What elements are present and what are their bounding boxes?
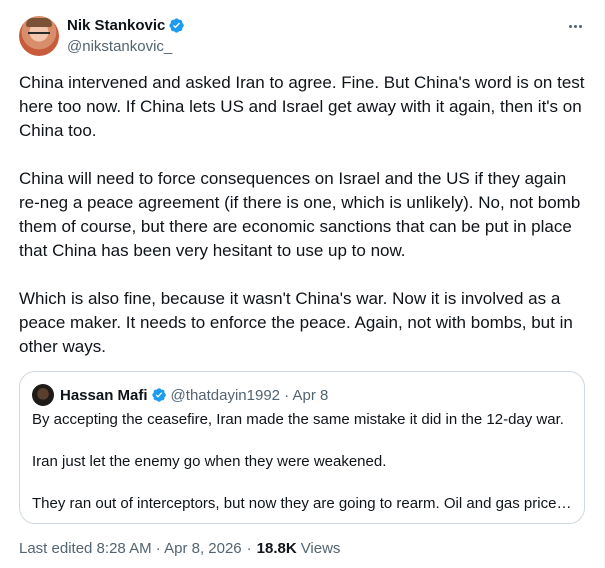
author-name[interactable]: Nik Stankovic bbox=[67, 17, 165, 34]
more-dot bbox=[578, 24, 582, 28]
author-handle[interactable]: @nikstankovic_ bbox=[67, 38, 185, 55]
views-count: 18.8K bbox=[256, 540, 297, 557]
quoted-author-name: Hassan Mafi bbox=[60, 386, 148, 404]
author-name-row: Nik Stankovic bbox=[67, 16, 185, 35]
tweet-footer: Last edited 8:28 AM · Apr 8, 2026 · 18.8… bbox=[19, 540, 340, 557]
author-avatar[interactable] bbox=[19, 16, 59, 56]
tweet-text: China intervened and asked Iran to agree… bbox=[19, 71, 589, 383]
more-dot bbox=[573, 24, 577, 28]
more-dot bbox=[568, 24, 572, 28]
quoted-paragraph: Iran just let the enemy go when they wer… bbox=[32, 453, 387, 470]
tweet-card: Nik Stankovic @nikstankovic_ China inter… bbox=[0, 0, 605, 568]
quoted-tweet-text: By accepting the ceasefire, Iran made th… bbox=[32, 410, 572, 514]
more-options-button[interactable] bbox=[565, 16, 585, 36]
author-info: Nik Stankovic @nikstankovic_ bbox=[67, 16, 185, 55]
footer-separator: · bbox=[246, 540, 252, 557]
quoted-paragraph: By accepting the ceasefire, Iran made th… bbox=[32, 411, 564, 428]
verified-badge-icon bbox=[169, 18, 185, 33]
tweet-paragraph: China intervened and asked Iran to agree… bbox=[19, 73, 585, 140]
quoted-handle-date: @thatdayin1992 · Apr 8 bbox=[170, 386, 329, 404]
quoted-tweet-header: Hassan Mafi @thatdayin1992 · Apr 8 bbox=[32, 384, 329, 406]
avatar-hair bbox=[26, 18, 52, 27]
tweet-paragraph: China will need to force consequences on… bbox=[19, 169, 581, 260]
views-label: Views bbox=[300, 540, 341, 557]
tweet-paragraph: Which is also fine, because it wasn't Ch… bbox=[19, 289, 573, 356]
quoted-paragraph: They ran out of interceptors, but now th… bbox=[32, 495, 572, 512]
avatar-glasses bbox=[28, 32, 50, 37]
quoted-author-avatar bbox=[32, 384, 54, 406]
quoted-tweet[interactable]: Hassan Mafi @thatdayin1992 · Apr 8 By ac… bbox=[19, 371, 585, 524]
verified-badge-icon bbox=[151, 388, 166, 402]
edited-timestamp[interactable]: Last edited 8:28 AM · Apr 8, 2026 bbox=[19, 540, 242, 557]
